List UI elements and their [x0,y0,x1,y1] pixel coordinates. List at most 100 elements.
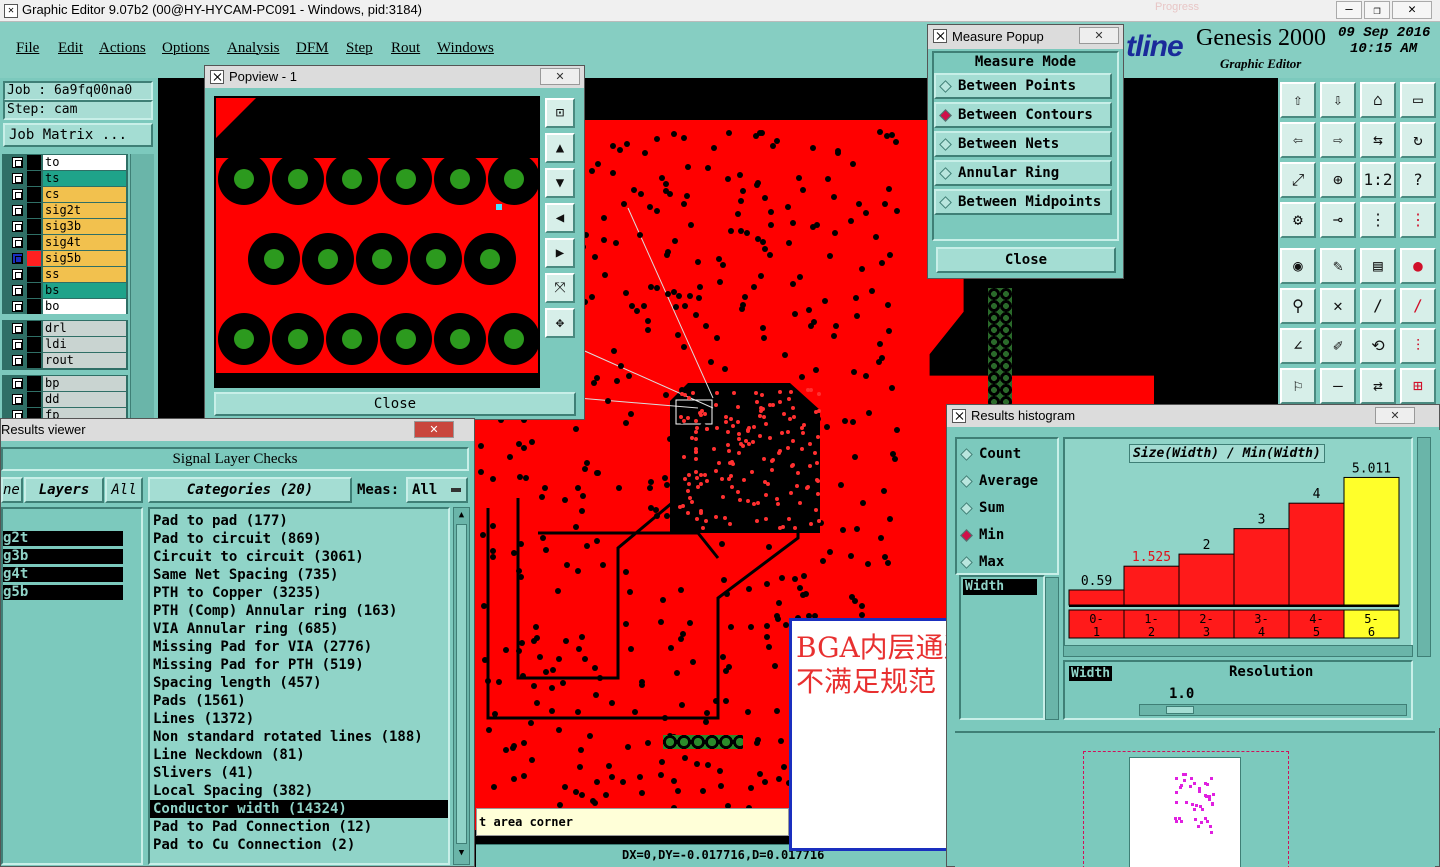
measure-close-x[interactable]: ✕ [1079,27,1119,44]
tab-partial[interactable]: ne [1,477,23,503]
layer-color-swatch[interactable] [27,321,41,336]
home-down-icon[interactable]: ⇩ [1320,82,1356,118]
menu-options[interactable]: Options [162,40,210,57]
swap-icon[interactable]: ⇆ [1360,122,1396,158]
stat-option[interactable]: Max [957,549,1057,576]
layer-checkbox[interactable] [12,285,23,296]
layer-color-swatch[interactable] [27,353,41,368]
layer-name[interactable]: bp [43,376,126,391]
redraw-icon[interactable]: ↻ [1400,122,1436,158]
layer-row[interactable]: bs [10,283,126,298]
category-item[interactable]: Pads (1561) [150,692,448,710]
angle-icon[interactable]: ∠ [1280,328,1316,364]
fit-icon[interactable]: ⤢ [1280,162,1316,198]
step-right-icon[interactable]: ⇨ [1320,122,1356,158]
ruler-icon[interactable]: ▤ [1360,248,1396,284]
layer-name[interactable]: dd [43,392,126,407]
measure-option[interactable]: Between Nets [934,131,1112,157]
measure-option[interactable]: Between Points [934,73,1112,99]
flip-icon[interactable]: ⫶ [1400,328,1436,364]
layer-checkbox[interactable] [12,301,23,312]
settings-icon[interactable]: ⚙ [1280,202,1316,238]
chart-hscroll[interactable] [1063,645,1413,657]
chart-vscroll[interactable] [1417,437,1431,657]
layer-name[interactable]: sig3b [43,219,126,234]
category-item[interactable]: Circuit to circuit (3061) [150,548,448,566]
layer-checkbox[interactable] [12,237,23,248]
scroll-down-icon[interactable]: ▼ [454,846,469,860]
layer-color-swatch[interactable] [27,187,41,202]
hline-icon[interactable]: — [1320,368,1356,404]
popview-down-icon[interactable]: ▼ [545,168,575,198]
window-icon[interactable]: ▭ [1400,82,1436,118]
zoom-icon[interactable]: ⊕ [1320,162,1356,198]
category-item[interactable]: Lines (1372) [150,710,448,728]
resolution-slider[interactable] [1139,704,1407,716]
histogram-close-x[interactable]: ✕ [1375,407,1415,424]
layer-name[interactable]: drl [43,321,126,336]
layer-color-swatch[interactable] [27,267,41,282]
layer-row[interactable]: ldi [10,337,126,352]
layer-name[interactable]: bo [43,299,126,314]
help-icon[interactable]: ? [1400,162,1436,198]
layer-row[interactable]: ss [10,267,126,282]
layer-row[interactable]: sig3b [10,219,126,234]
layer-row[interactable]: drl [10,321,126,336]
stat-option[interactable]: Min [957,522,1057,549]
menu-file[interactable]: File [16,40,39,57]
select-icon[interactable]: ◉ [1280,248,1316,284]
histogram-bar[interactable] [1068,589,1125,606]
meas-select[interactable]: All [406,477,468,503]
category-item[interactable]: Pad to Cu Connection (2) [150,836,448,854]
layer-checkbox[interactable] [12,189,23,200]
rotate-icon[interactable]: ⟲ [1360,328,1396,364]
scale-icon[interactable]: 1:2 [1360,162,1396,198]
layer-color-swatch[interactable] [27,283,41,298]
histogram-bar[interactable] [1343,476,1400,606]
layer-name[interactable]: to [43,155,126,170]
menu-rout[interactable]: Rout [391,40,420,57]
categories-scrollbar[interactable]: ▲ ▼ [453,507,470,865]
scroll-thumb[interactable] [456,524,467,844]
popview-zoom-icon[interactable]: ⊡ [545,98,575,128]
layer-name[interactable]: ts [43,171,126,186]
home-up-icon[interactable]: ⇧ [1280,82,1316,118]
dot-icon[interactable]: ● [1400,248,1436,284]
layer-color-swatch[interactable] [27,219,41,234]
stat-option[interactable]: Average [957,468,1057,495]
layer-row[interactable]: to [10,155,126,170]
net-icon[interactable]: ⋮ [1360,202,1396,238]
category-item[interactable]: Spacing length (457) [150,674,448,692]
resolution-slider-thumb[interactable] [1166,706,1194,714]
connect-icon[interactable]: ⚲ [1280,288,1316,324]
net2-icon[interactable]: ⋮ [1400,202,1436,238]
layer-checkbox[interactable] [12,323,23,334]
close-button[interactable]: ✕ [1392,1,1432,19]
layer-row[interactable]: bp [10,376,126,391]
histogram-bar[interactable] [1233,528,1290,606]
results-viewer-close-x[interactable]: ✕ [414,421,454,438]
layer-name[interactable]: ss [43,267,126,282]
layer-name[interactable]: sig5b [43,251,126,266]
layer-checkbox[interactable] [12,339,23,350]
layer-color-swatch[interactable] [27,171,41,186]
layer-checkbox[interactable] [12,173,23,184]
measure-icon[interactable]: ⚐ [1280,368,1316,404]
overview-map[interactable] [955,731,1435,867]
menu-dfm[interactable]: DFM [296,40,329,57]
layer-checkbox[interactable] [12,157,23,168]
category-item[interactable]: Pad to pad (177) [150,512,448,530]
menu-actions[interactable]: Actions [99,40,146,57]
popview-right-icon[interactable]: ▶ [545,238,575,268]
home-icon[interactable]: ⌂ [1360,82,1396,118]
scroll-up-icon[interactable]: ▲ [454,508,469,522]
grid-icon[interactable]: ⊞ [1400,368,1436,404]
result-layer-item[interactable]: g3b [3,549,123,564]
histogram-bar[interactable] [1288,502,1345,606]
cross-icon[interactable]: ✕ [1320,288,1356,324]
category-item[interactable]: Pad to Pad Connection (12) [150,818,448,836]
edit-icon[interactable]: ✐ [1320,328,1356,364]
layers-button[interactable]: Layers [24,477,104,503]
measure-option[interactable]: Annular Ring [934,160,1112,186]
layer-color-swatch[interactable] [27,392,41,407]
